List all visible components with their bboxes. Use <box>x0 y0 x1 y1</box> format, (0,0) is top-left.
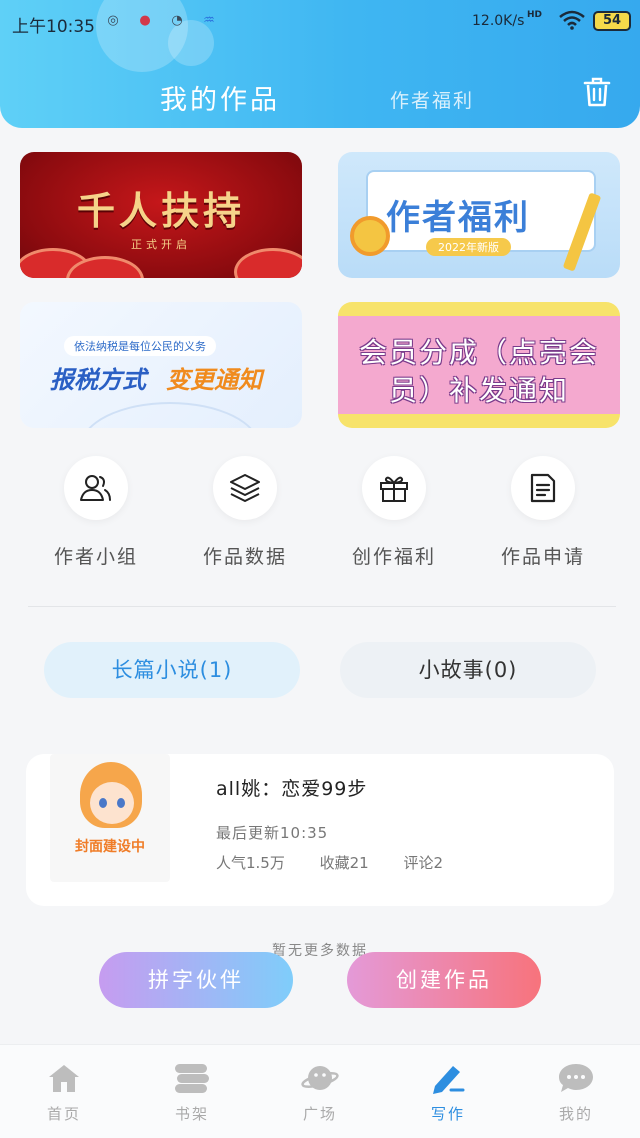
work-last-updated: 最后更新10:35 <box>216 824 329 842</box>
notification-icon: ◔ <box>171 13 183 28</box>
quick-label: 作品申请 <box>500 546 585 568</box>
cover-avatar-eye <box>117 798 125 808</box>
tab-short-story[interactable]: 小故事(0) <box>340 642 596 698</box>
tab-my-works[interactable]: 我的作品 <box>160 78 280 117</box>
chat-bubble-icon <box>536 1059 616 1097</box>
users-icon <box>64 456 128 520</box>
nav-write[interactable]: 写作 <box>408 1059 488 1124</box>
alarm-clock-icon <box>350 216 390 256</box>
quick-label: 创作福利 <box>351 546 436 568</box>
nav-mine[interactable]: 我的 <box>536 1059 616 1124</box>
quick-label: 作者小组 <box>53 546 138 568</box>
banner-subtitle: 正式开启 <box>131 238 191 251</box>
nav-square[interactable]: 广场 <box>280 1059 360 1124</box>
quick-work-data[interactable]: 作品数据 <box>175 456 315 569</box>
document-icon <box>511 456 575 520</box>
hd-badge: HD <box>527 10 543 20</box>
banner-title-line1: 会员分成（点亮会 <box>358 336 599 369</box>
quick-work-application[interactable]: 作品申请 <box>473 456 613 569</box>
trash-icon[interactable] <box>582 76 612 112</box>
notification-icon: ◎ <box>107 13 119 28</box>
nav-label: 写作 <box>430 1105 465 1123</box>
writing-partner-button[interactable]: 拼字伙伴 <box>99 952 293 1008</box>
banner-title: 千人扶持 <box>76 188 245 233</box>
nav-label: 首页 <box>46 1105 81 1123</box>
nav-label: 广场 <box>302 1105 337 1123</box>
work-popularity: 人气1.5万 <box>216 854 285 872</box>
network-speed: 12.0K/s <box>472 13 525 29</box>
banner-author-welfare[interactable]: 作者福利 2022年新版 <box>338 152 620 278</box>
work-stats: 人气1.5万 收藏21 评论2 <box>216 852 473 873</box>
decor-arc <box>80 402 260 428</box>
work-cover[interactable]: 封面建设中 <box>50 754 170 882</box>
banner-title: 会员分成（点亮会 员）补发通知 <box>338 334 620 410</box>
banner-tax-notice[interactable]: 依法纳税是每位公民的义务 报税方式 变更通知 <box>20 302 302 428</box>
quick-creation-welfare[interactable]: 创作福利 <box>324 456 464 569</box>
tab-long-novel[interactable]: 长篇小说(1) <box>44 642 300 698</box>
work-title: all姚：恋爱99步 <box>216 778 368 800</box>
planet-icon <box>280 1059 360 1097</box>
quick-author-group[interactable]: 作者小组 <box>26 456 166 569</box>
status-time: 上午10:35 <box>12 17 95 37</box>
home-icon <box>24 1059 104 1097</box>
work-favorites: 收藏21 <box>319 854 369 872</box>
layers-icon <box>213 456 277 520</box>
nav-label: 我的 <box>558 1105 593 1123</box>
bottom-nav: 首页 书架 广场 写作 我的 <box>0 1044 640 1138</box>
battery-indicator: 54 <box>593 11 631 31</box>
banner-title: 作者福利 <box>386 198 530 238</box>
banner-title-part2: 变更通知 <box>166 366 262 394</box>
work-card[interactable]: 封面建设中 all姚：恋爱99步 最后更新10:35 人气1.5万 收藏21 评… <box>26 754 614 906</box>
notification-icon: ♒ <box>203 13 215 28</box>
pen-icon <box>408 1059 488 1097</box>
notification-icon: ● <box>139 13 151 28</box>
tab-author-welfare[interactable]: 作者福利 <box>390 86 474 113</box>
nav-bookshelf[interactable]: 书架 <box>152 1059 232 1124</box>
notification-icons: ◎ ● ◔ ♒ <box>104 12 218 30</box>
nav-home[interactable]: 首页 <box>24 1059 104 1124</box>
banner-support-program[interactable]: 千人扶持 正式开启 <box>20 152 302 278</box>
banner-title-line2: 员）补发通知 <box>388 374 569 407</box>
gift-icon <box>362 456 426 520</box>
banner-member-share-notice[interactable]: 会员分成（点亮会 员）补发通知 <box>338 302 620 428</box>
wifi-icon <box>559 10 585 35</box>
banner-badge: 2022年新版 <box>426 238 511 256</box>
cover-avatar-face <box>90 782 134 824</box>
quick-label: 作品数据 <box>202 546 287 568</box>
cover-caption: 封面建设中 <box>75 839 145 855</box>
header: 上午10:35 ◎ ● ◔ ♒ 12.0K/s HD 54 我的作品 作者福利 <box>0 0 640 128</box>
no-more-data-text: 暂无更多数据 <box>272 943 368 959</box>
nav-label: 书架 <box>174 1105 209 1123</box>
divider <box>28 606 616 607</box>
create-work-button[interactable]: 创建作品 <box>347 952 541 1008</box>
cover-avatar-eye <box>99 798 107 808</box>
banner-title-part1: 报税方式 <box>50 366 146 394</box>
banner-tag: 依法纳税是每位公民的义务 <box>64 336 216 356</box>
work-comments: 评论2 <box>403 854 444 872</box>
status-bar: 上午10:35 ◎ ● ◔ ♒ 12.0K/s HD 54 <box>0 0 640 44</box>
decor-cloud <box>234 248 302 278</box>
bookshelf-icon <box>152 1059 232 1097</box>
